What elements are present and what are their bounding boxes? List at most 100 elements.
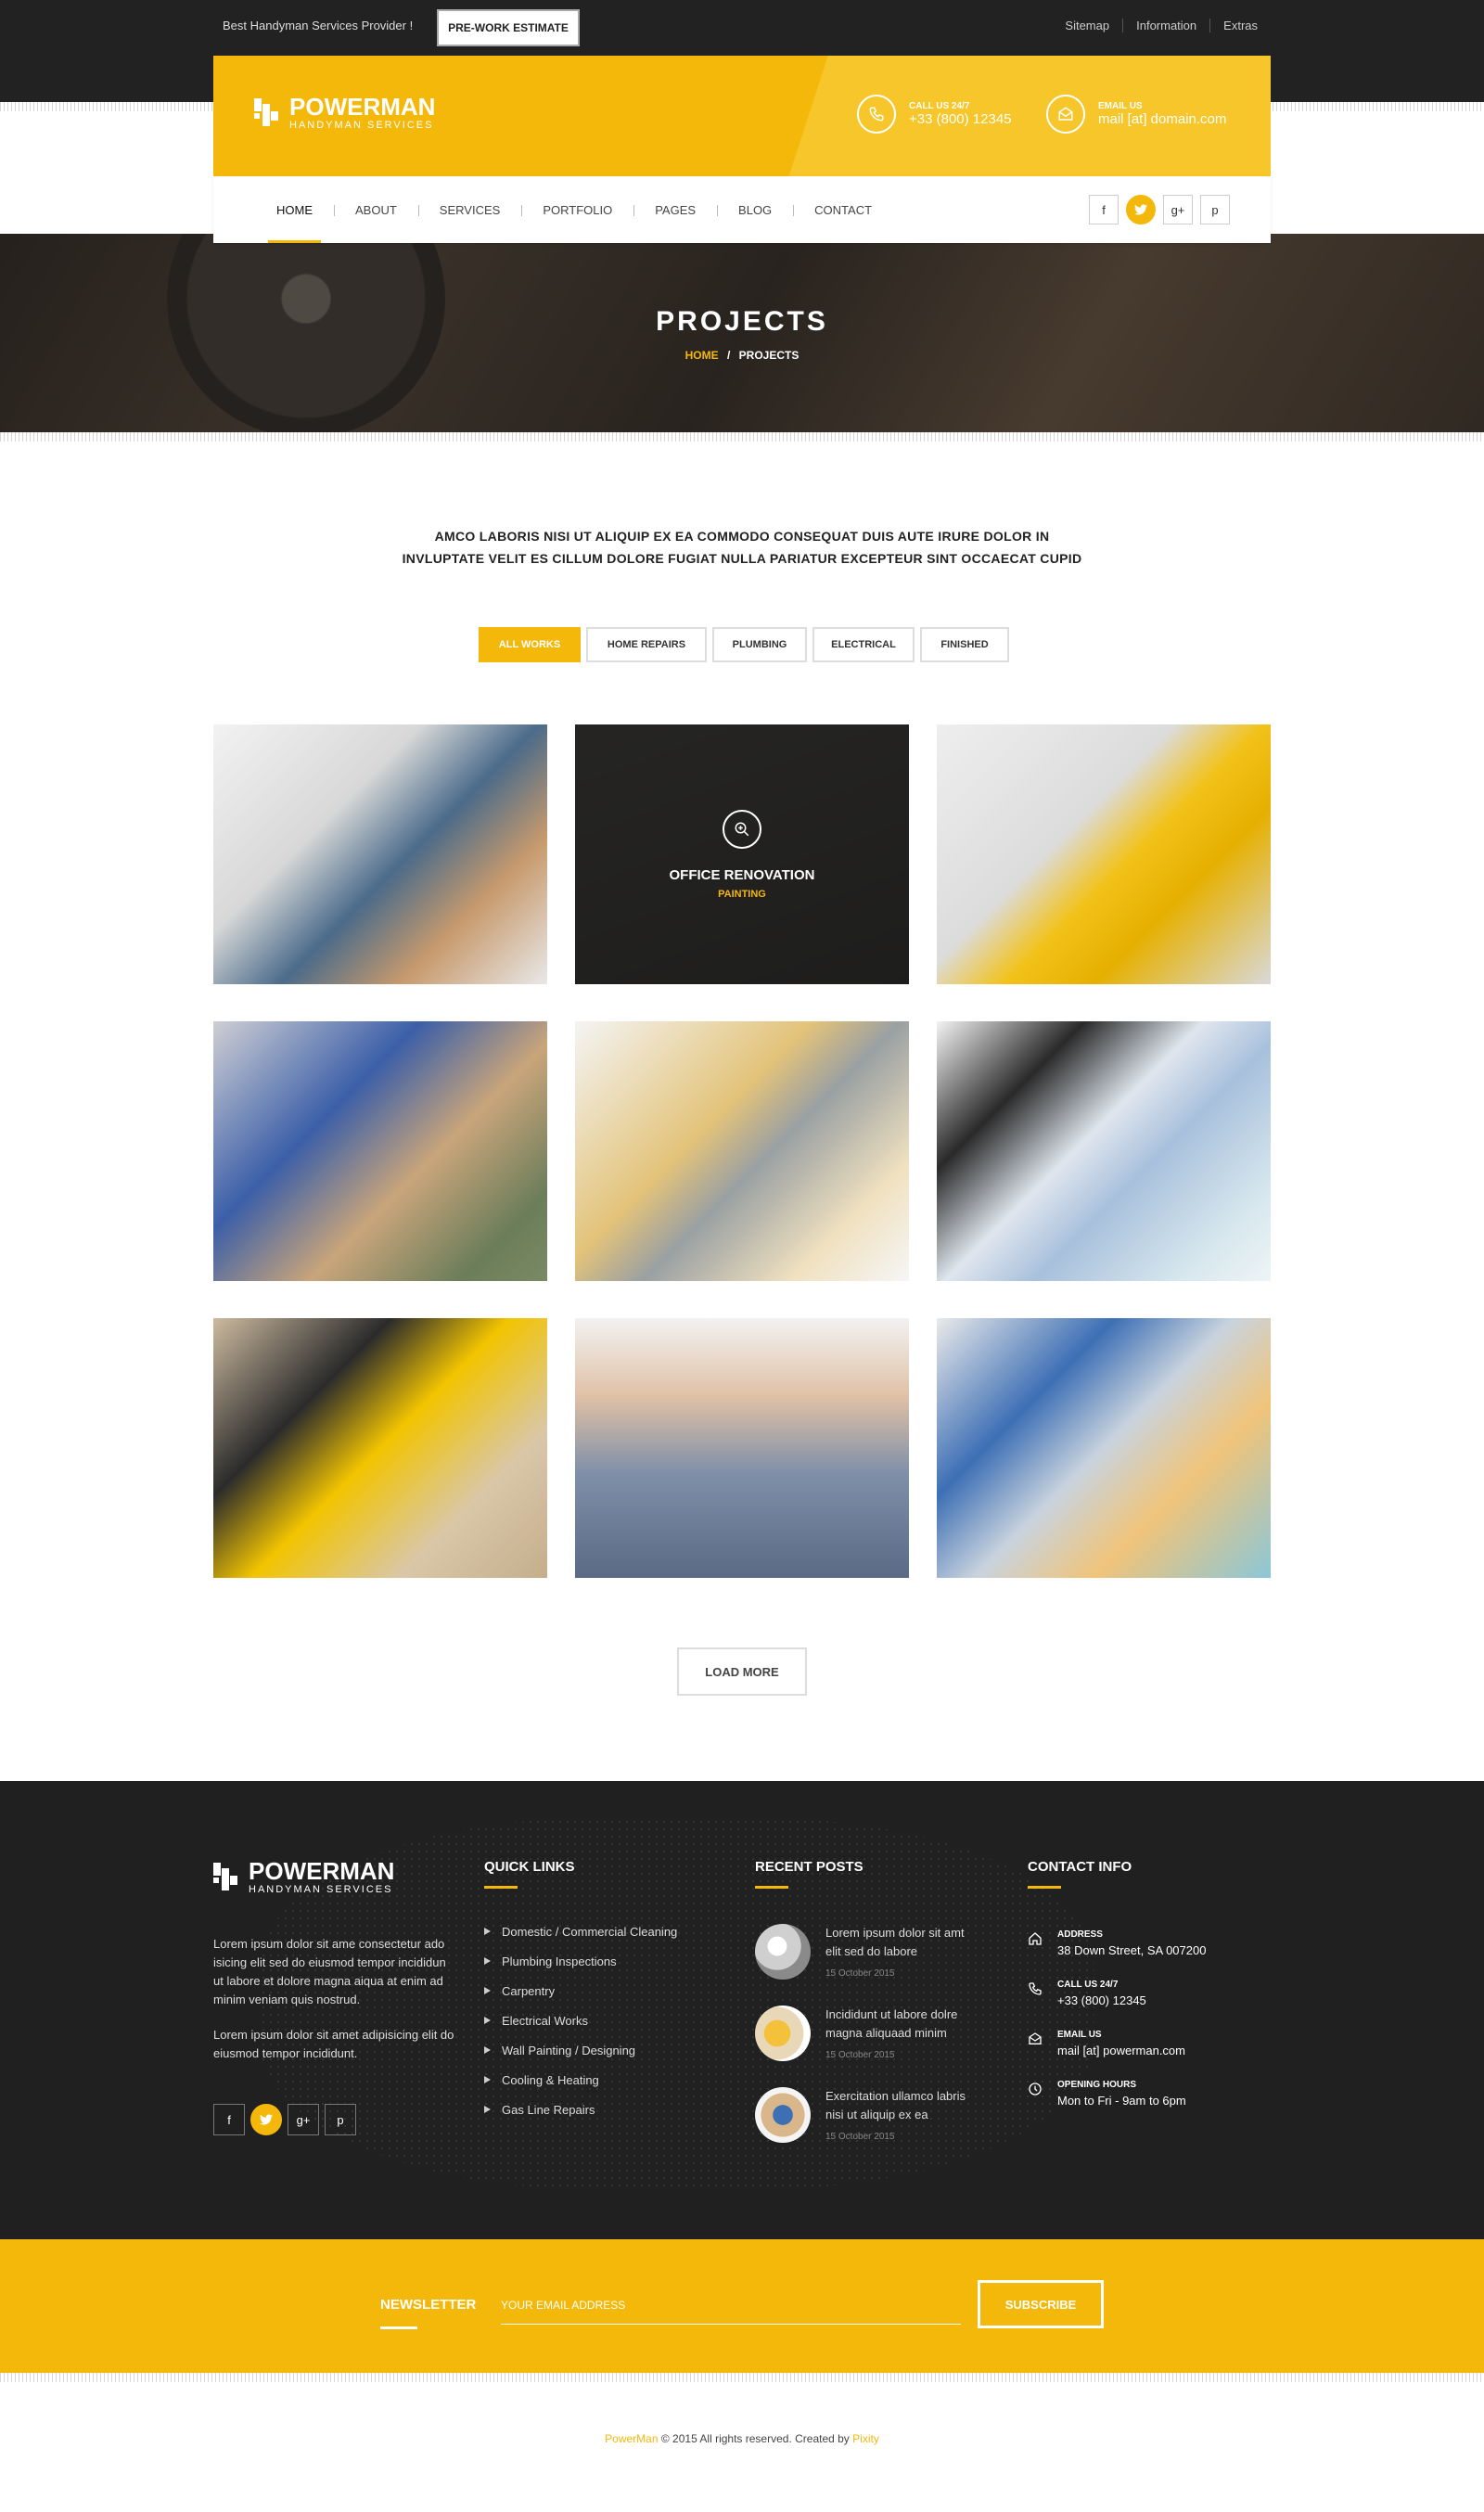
subscribe-button[interactable]: SUBSCRIBE [978, 2280, 1104, 2328]
project-tile-plumber[interactable] [213, 724, 547, 984]
google-plus-icon[interactable]: g+ [1163, 195, 1193, 224]
contact-address: ADDRESS 38 Down Street, SA 007200 [1028, 1929, 1269, 1957]
quick-link[interactable]: Electrical Works [484, 2006, 677, 2035]
top-link-information[interactable]: Information [1122, 19, 1209, 32]
top-link-extras[interactable]: Extras [1209, 19, 1271, 32]
header-email[interactable]: EMAIL US mail [at] domain.com [1046, 95, 1226, 134]
page-banner: PROJECTS HOME / PROJECTS [0, 234, 1484, 432]
brand-name: POWERMAN [289, 93, 436, 121]
load-more-button[interactable]: LOAD MORE [677, 1647, 807, 1696]
nav-services[interactable]: SERVICES [417, 176, 522, 243]
quick-link[interactable]: Wall Painting / Designing [484, 2035, 677, 2065]
brand-subtitle: HANDYMAN SERVICES [289, 120, 434, 131]
project-filters: ALL WORKS HOME REPAIRS PLUMBING ELECTRIC… [479, 627, 1009, 662]
nav-home[interactable]: HOME [255, 176, 334, 243]
recent-post[interactable]: Incididunt ut labore dolre magna aliquaa… [755, 2006, 978, 2061]
pre-work-estimate-button[interactable]: PRE-WORK ESTIMATE [437, 9, 580, 46]
quick-links-title: QUICK LINKS [484, 1859, 575, 1875]
project-tile-brushes[interactable] [937, 1318, 1271, 1578]
copyright-brand[interactable]: PowerMan [605, 2432, 658, 2445]
contact-phone: CALL US 24/7 +33 (800) 12345 [1028, 1980, 1269, 2007]
brand-logo[interactable]: POWERMAN HANDYMAN SERVICES [254, 95, 435, 132]
filter-plumbing[interactable]: PLUMBING [712, 627, 807, 662]
top-tagline: Best Handyman Services Provider ! [223, 19, 414, 32]
breadcrumb-home[interactable]: HOME [685, 349, 719, 362]
filter-finished[interactable]: FINISHED [920, 627, 1009, 662]
top-links: Sitemap Information Extras [1052, 19, 1271, 32]
quick-link[interactable]: Gas Line Repairs [484, 2095, 677, 2124]
project-category: PAINTING [718, 888, 766, 900]
footer-about-2: Lorem ipsum dolor sit amet adipisicing e… [213, 2028, 454, 2060]
intro-text: AMCO LABORIS NISI UT ALIQUIP EX EA COMMO… [278, 525, 1206, 570]
newsletter-bar: NEWSLETTER SUBSCRIBE [0, 2239, 1484, 2373]
newsletter-label: NEWSLETTER [380, 2297, 477, 2329]
newsletter-email-input[interactable] [501, 2286, 961, 2325]
filter-electrical[interactable]: ELECTRICAL [812, 627, 915, 662]
project-tile-office-renovation[interactable]: OFFICE RENOVATION PAINTING [575, 724, 909, 984]
quick-links-column: QUICK LINKS Domestic / Commercial Cleani… [484, 1859, 677, 2124]
phone-icon [1028, 1980, 1057, 2007]
twitter-icon[interactable] [250, 2104, 282, 2135]
project-tile-helmet[interactable] [937, 724, 1271, 984]
nav-pages[interactable]: PAGES [633, 176, 717, 243]
post-thumbnail [755, 2087, 811, 2143]
contact-email: EMAIL US mail [at] powerman.com [1028, 2030, 1269, 2057]
quick-link[interactable]: Domestic / Commercial Cleaning [484, 1916, 677, 1946]
home-icon [1028, 1929, 1057, 1957]
post-title: Exercitation ullamco labris nisi ut aliq… [825, 2089, 966, 2121]
recent-posts-column: RECENT POSTS Lorem ipsum dolor sit amt e… [755, 1859, 978, 2169]
footer-brand-name: POWERMAN [249, 1857, 395, 1885]
footer-brand-subtitle: HANDYMAN SERVICES [249, 1884, 393, 1895]
facebook-icon[interactable]: f [213, 2104, 245, 2135]
quick-link[interactable]: Carpentry [484, 1976, 677, 2006]
project-tile-cleaning[interactable] [937, 1021, 1271, 1281]
pinterest-icon[interactable]: p [1200, 195, 1230, 224]
phone-icon [857, 95, 896, 134]
recent-posts-title: RECENT POSTS [755, 1859, 864, 1875]
nav-portfolio[interactable]: PORTFOLIO [521, 176, 633, 243]
recent-post[interactable]: Lorem ipsum dolor sit amt elit sed do la… [755, 1924, 978, 1980]
breadcrumb-separator: / [726, 349, 731, 362]
nav-about[interactable]: ABOUT [334, 176, 418, 243]
facebook-icon[interactable]: f [1089, 195, 1119, 224]
twitter-icon[interactable] [1126, 195, 1156, 224]
google-plus-icon[interactable]: g+ [288, 2104, 319, 2135]
post-title: Incididunt ut labore dolre magna aliquaa… [825, 2007, 958, 2040]
nav-blog[interactable]: BLOG [717, 176, 793, 243]
project-title: OFFICE RENOVATION [669, 866, 815, 883]
footer-logo[interactable]: POWERMAN HANDYMAN SERVICES [213, 1859, 394, 1896]
copyright-text: © 2015 All rights reserved. Created by [658, 2432, 853, 2445]
post-title: Lorem ipsum dolor sit amt elit sed do la… [825, 1926, 965, 1958]
logo-icon [213, 1859, 239, 1896]
call-label: CALL US 24/7 [909, 101, 970, 111]
filter-all-works[interactable]: ALL WORKS [479, 627, 581, 662]
email-value: mail [at] domain.com [1098, 111, 1227, 127]
top-link-sitemap[interactable]: Sitemap [1052, 19, 1122, 32]
recent-post[interactable]: Exercitation ullamco labris nisi ut aliq… [755, 2087, 978, 2143]
footer: POWERMAN HANDYMAN SERVICES Lorem ipsum d… [0, 1781, 1484, 2239]
project-tile-circular-saw[interactable] [575, 1021, 909, 1281]
project-tile-jigsaw[interactable] [213, 1021, 547, 1281]
header-call[interactable]: CALL US 24/7 +33 (800) 12345 [857, 95, 1012, 134]
filter-home-repairs[interactable]: HOME REPAIRS [586, 627, 707, 662]
post-date: 15 October 2015 [825, 2132, 895, 2142]
email-label: EMAIL US [1098, 101, 1143, 111]
copyright-author[interactable]: Pixity [852, 2432, 879, 2445]
post-thumbnail [755, 1924, 811, 1980]
main-nav: HOME ABOUT SERVICES PORTFOLIO PAGES BLOG… [213, 176, 1271, 243]
project-tile-drill[interactable] [213, 1318, 547, 1578]
pinterest-icon[interactable]: p [325, 2104, 356, 2135]
project-tile-handyman[interactable] [575, 1318, 909, 1578]
call-value: +33 (800) 12345 [909, 111, 1012, 127]
post-date: 15 October 2015 [825, 1968, 895, 1979]
breadcrumb: HOME / PROJECTS [0, 349, 1484, 362]
nav-contact[interactable]: CONTACT [793, 176, 893, 243]
copyright: PowerMan © 2015 All rights reserved. Cre… [0, 2432, 1484, 2445]
envelope-icon [1046, 95, 1085, 134]
quick-link[interactable]: Plumbing Inspections [484, 1946, 677, 1976]
footer-about-1: Lorem ipsum dolor sit ame consectetur ad… [213, 1937, 446, 2006]
zoom-icon[interactable] [723, 809, 761, 849]
quick-link[interactable]: Cooling & Heating [484, 2065, 677, 2095]
contact-info-column: CONTACT INFO ADDRESS 38 Down Street, SA 0… [1028, 1859, 1269, 2130]
logo-icon [254, 95, 280, 132]
